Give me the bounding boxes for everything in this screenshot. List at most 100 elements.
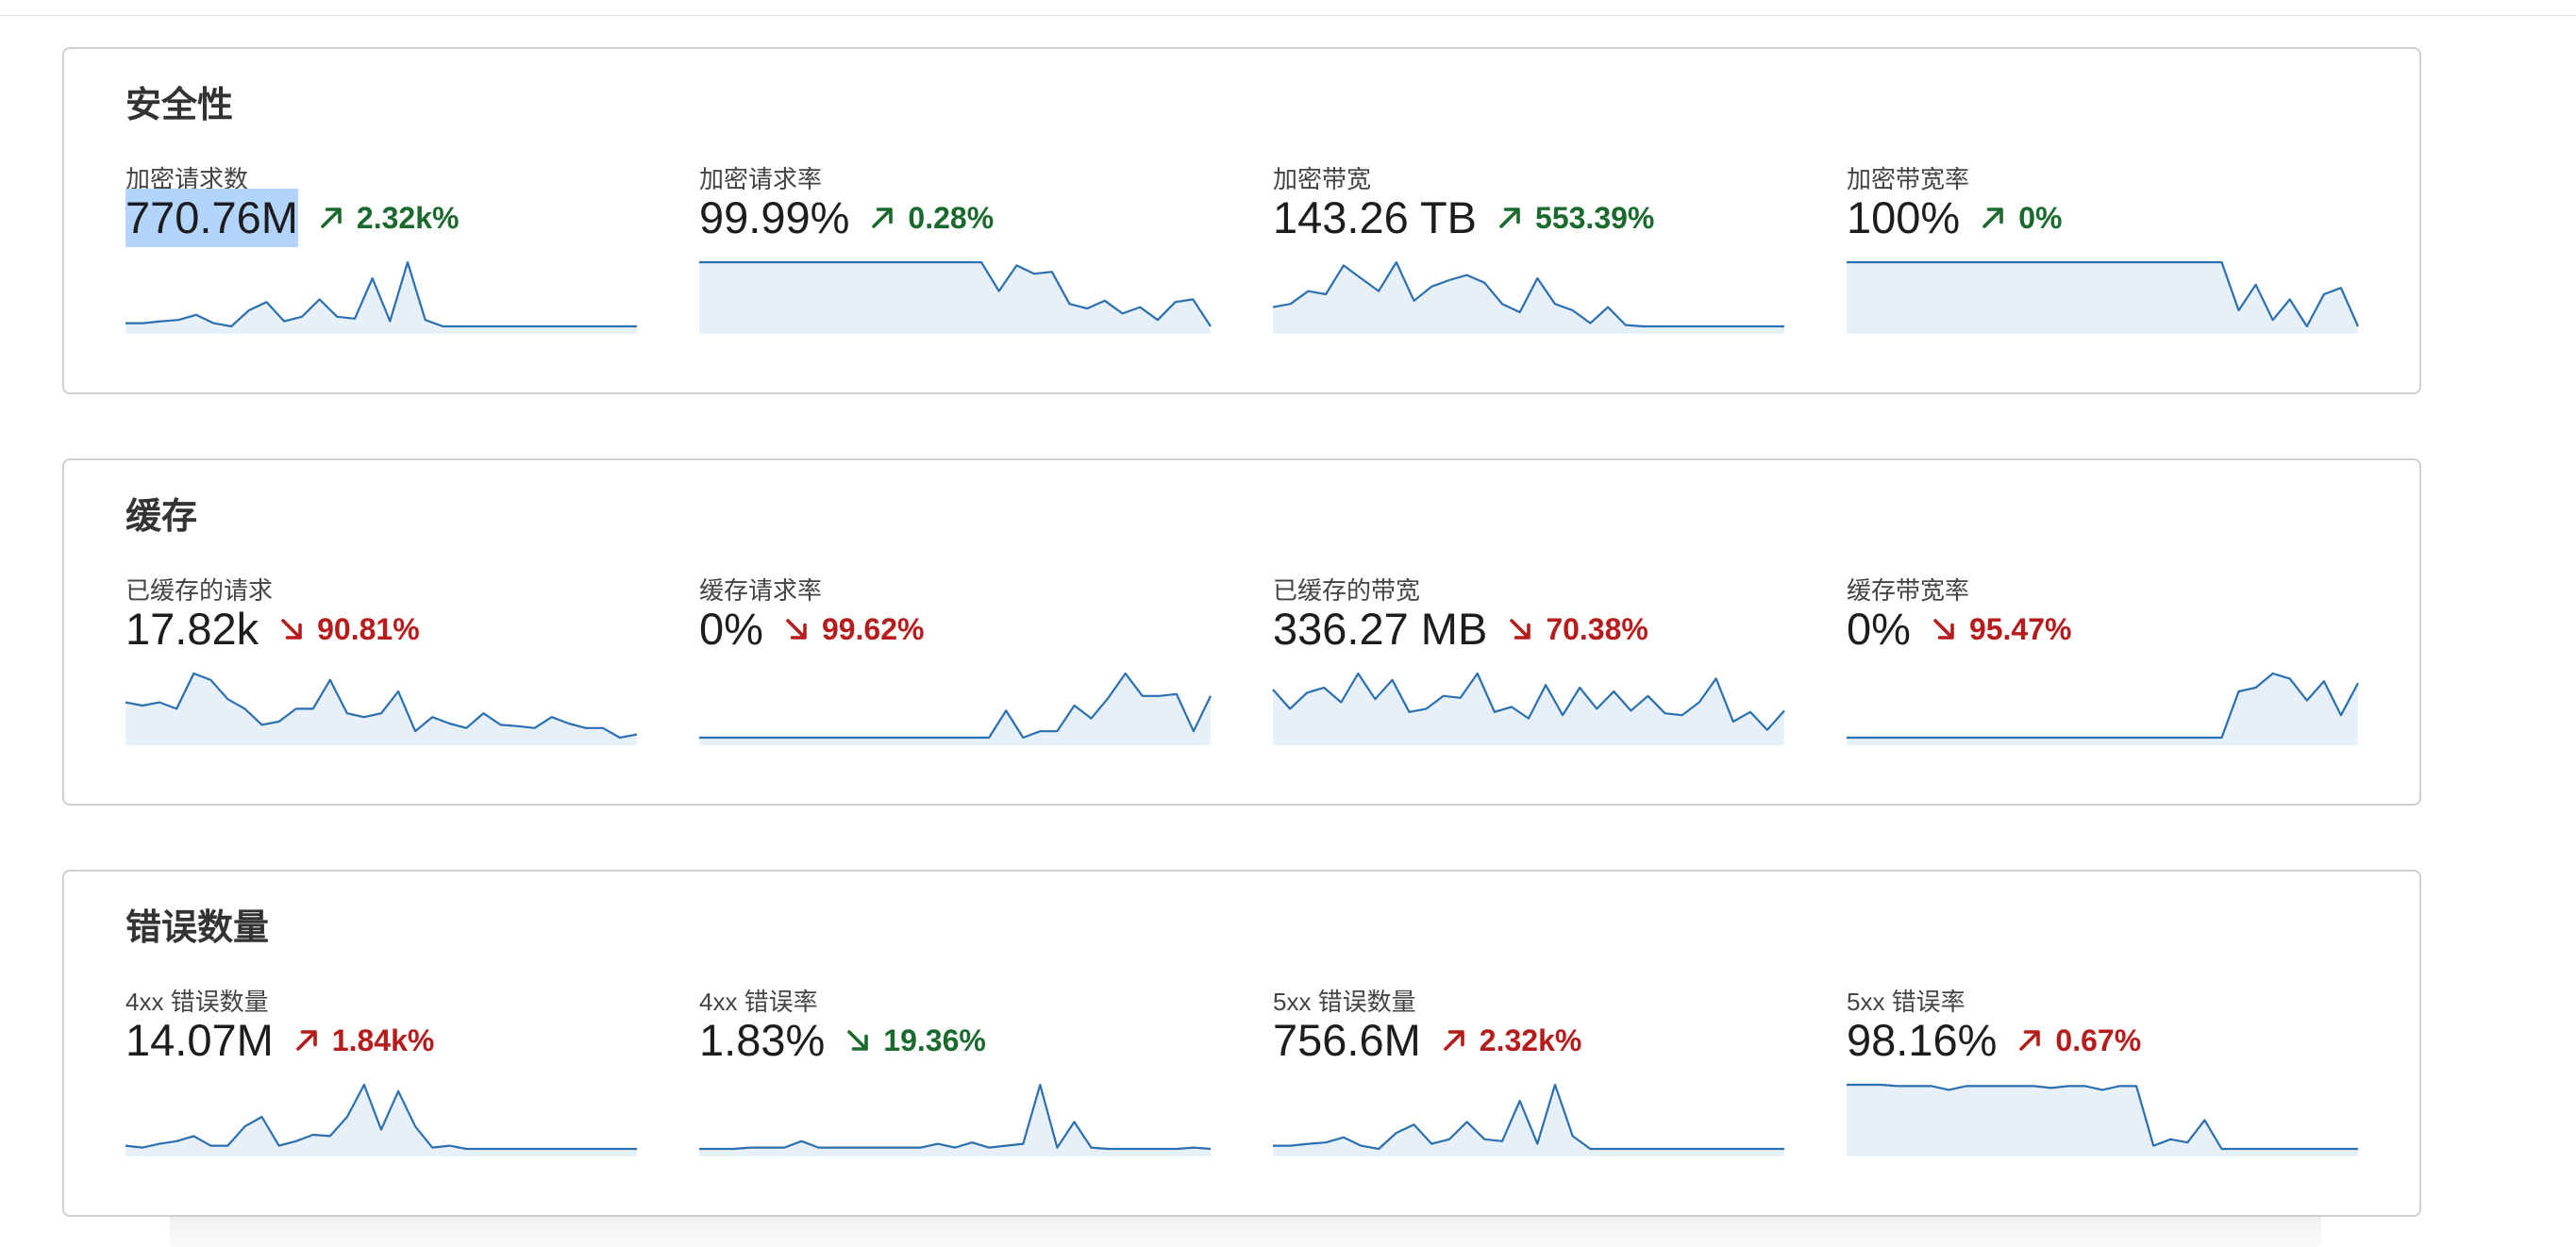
- sparkline-area: [1273, 262, 1784, 334]
- delta-value: 99.62%: [821, 611, 925, 646]
- sparkline: [1273, 1083, 1784, 1156]
- metric-4xx-errors: 4xx 错误数量 14.07M 1.84k%: [125, 983, 654, 1162]
- arrow-up-right-icon: [872, 208, 894, 228]
- sparkline: [1272, 672, 1785, 745]
- arrow-up-right-icon: [321, 208, 342, 228]
- sparkline-area: [125, 673, 637, 745]
- delta-badge: 0.67%: [2016, 1023, 2141, 1058]
- metric-value: 1.83%: [699, 1015, 826, 1065]
- delta-value: 70.38%: [1546, 611, 1648, 646]
- sparkline: [699, 1083, 1212, 1156]
- arrow-up-right-icon: [1499, 208, 1520, 228]
- metric-value: 336.27 MB: [1273, 604, 1488, 654]
- metric-cache-request-rate: 缓存请求率 0% 99.62%: [699, 572, 1228, 751]
- metric-encrypted-request-rate: 加密请求率 99.99% 0.28%: [699, 160, 1228, 340]
- delta-badge: 90.81%: [277, 612, 420, 647]
- delta-value: 0%: [2018, 200, 2063, 235]
- section-title: 缓存: [125, 497, 198, 537]
- delta-value: 553.39%: [1535, 200, 1655, 235]
- sparkline: [125, 1083, 637, 1156]
- cache-card: 缓存 已缓存的请求 17.82k 90.81% 缓存请求率 0% 99.62% 已缓存的…: [62, 458, 2421, 806]
- sparkline: [1272, 260, 1784, 334]
- delta-badge: 553.39%: [1496, 201, 1654, 236]
- delta-value: 2.32k%: [1479, 1023, 1582, 1057]
- sparkline-line: [699, 1083, 1212, 1151]
- metric-value: 0%: [699, 604, 763, 654]
- metric-value-row: 143.26 TB 553.39%: [1273, 189, 1654, 247]
- metric-value-row: 100% 0%: [1847, 189, 2062, 247]
- metric-value: 14.07M: [125, 1015, 274, 1065]
- metric-encrypted-bandwidth-rate: 加密带宽率 100% 0%: [1847, 160, 2375, 340]
- delta-value: 19.36%: [883, 1023, 986, 1057]
- metric-cached-bandwidth: 已缓存的带宽 336.27 MB 70.38%: [1272, 572, 1801, 751]
- delta-badge: 0.28%: [868, 201, 994, 236]
- metric-value-row: 0% 99.62%: [699, 600, 924, 658]
- errors-card: 错误数量 4xx 错误数量 14.07M 1.84k% 4xx 错误率 1.83% 19…: [62, 870, 2421, 1217]
- metric-value-row: 770.76M 2.32k%: [125, 189, 459, 247]
- section-title: 安全性: [125, 86, 234, 125]
- arrow-up-right-icon: [1443, 1030, 1464, 1051]
- metric-value: 99.99%: [699, 192, 850, 242]
- delta-badge: 99.62%: [782, 611, 925, 647]
- metric-value: 17.82k: [125, 604, 259, 654]
- sparkline: [1847, 260, 2360, 334]
- delta-value: 95.47%: [1968, 611, 2072, 646]
- delta-badge: 2.32k%: [1440, 1023, 1582, 1058]
- arrow-up-right-icon: [295, 1030, 317, 1051]
- delta-badge: 1.84k%: [293, 1023, 435, 1058]
- delta-value: 1.84k%: [331, 1023, 435, 1057]
- arrow-down-right-icon: [281, 619, 302, 640]
- sparkline: [125, 672, 638, 745]
- metric-value: 98.16%: [1847, 1015, 1998, 1065]
- metric-value-row: 99.99% 0.28%: [699, 189, 994, 247]
- section-title: 错误数量: [125, 908, 270, 948]
- metric-5xx-errors: 5xx 错误数量 756.6M 2.32k%: [1273, 983, 1801, 1162]
- arrow-down-right-icon: [1510, 619, 1531, 640]
- metric-encrypted-requests: 加密请求数 770.76M 2.32k%: [125, 160, 654, 340]
- delta-badge: 0%: [1979, 201, 2062, 236]
- sparkline-area: [1273, 673, 1784, 745]
- metric-value-row: 14.07M 1.84k%: [125, 1011, 434, 1070]
- sparkline-area: [699, 262, 1211, 334]
- security-card: 安全性 加密请求数 770.76M 2.32k% 加密请求率 99.99% 0.28% …: [62, 47, 2421, 394]
- sparkline-area: [1847, 262, 2358, 334]
- metric-cached-requests: 已缓存的请求 17.82k 90.81%: [125, 572, 654, 751]
- sparkline: [1847, 1083, 2358, 1156]
- delta-badge: 70.38%: [1506, 612, 1648, 647]
- arrow-up-right-icon: [2019, 1030, 2041, 1051]
- metric-value: 0%: [1847, 604, 1911, 654]
- delta-badge: 2.32k%: [317, 200, 460, 236]
- metric-value: 770.76M: [125, 189, 298, 247]
- arrow-up-right-icon: [1982, 208, 2004, 228]
- metric-4xx-error-rate: 4xx 错误率 1.83% 19.36%: [699, 983, 1228, 1162]
- metric-value-row: 98.16% 0.67%: [1847, 1011, 2141, 1070]
- metric-cache-bandwidth-rate: 缓存带宽率 0% 95.47%: [1847, 572, 2375, 751]
- arrow-down-right-icon: [786, 619, 807, 640]
- metric-value: 143.26 TB: [1273, 192, 1478, 242]
- sparkline-area: [1847, 673, 2358, 745]
- metric-value-row: 1.83% 19.36%: [699, 1011, 986, 1070]
- sparkline-area: [1847, 1085, 2358, 1156]
- metric-encrypted-bandwidth: 加密带宽 143.26 TB 553.39%: [1272, 160, 1801, 340]
- sparkline: [125, 260, 637, 334]
- delta-badge: 95.47%: [1930, 611, 2072, 647]
- sparkline: [1847, 672, 2359, 745]
- metric-value-row: 336.27 MB 70.38%: [1273, 600, 1648, 658]
- delta-value: 2.32k%: [356, 200, 460, 235]
- metric-value-row: 756.6M 2.32k%: [1273, 1011, 1581, 1070]
- metric-value-row: 0% 95.47%: [1847, 600, 2071, 658]
- top-divider: [0, 0, 2576, 16]
- sparkline-area: [699, 1085, 1211, 1156]
- sparkline: [699, 260, 1212, 334]
- arrow-down-right-icon: [1933, 619, 1954, 640]
- arrow-down-right-icon: [847, 1030, 869, 1051]
- metric-5xx-error-rate: 5xx 错误率 98.16% 0.67%: [1847, 983, 2375, 1162]
- delta-value: 0.28%: [908, 200, 995, 235]
- delta-value: 90.81%: [317, 611, 420, 646]
- delta-badge: 19.36%: [844, 1023, 986, 1058]
- metric-value: 756.6M: [1273, 1015, 1421, 1065]
- delta-value: 0.67%: [2055, 1023, 2142, 1057]
- metric-value-row: 17.82k 90.81%: [125, 600, 420, 658]
- metric-value: 100%: [1847, 192, 1961, 242]
- sparkline-area: [125, 1085, 637, 1156]
